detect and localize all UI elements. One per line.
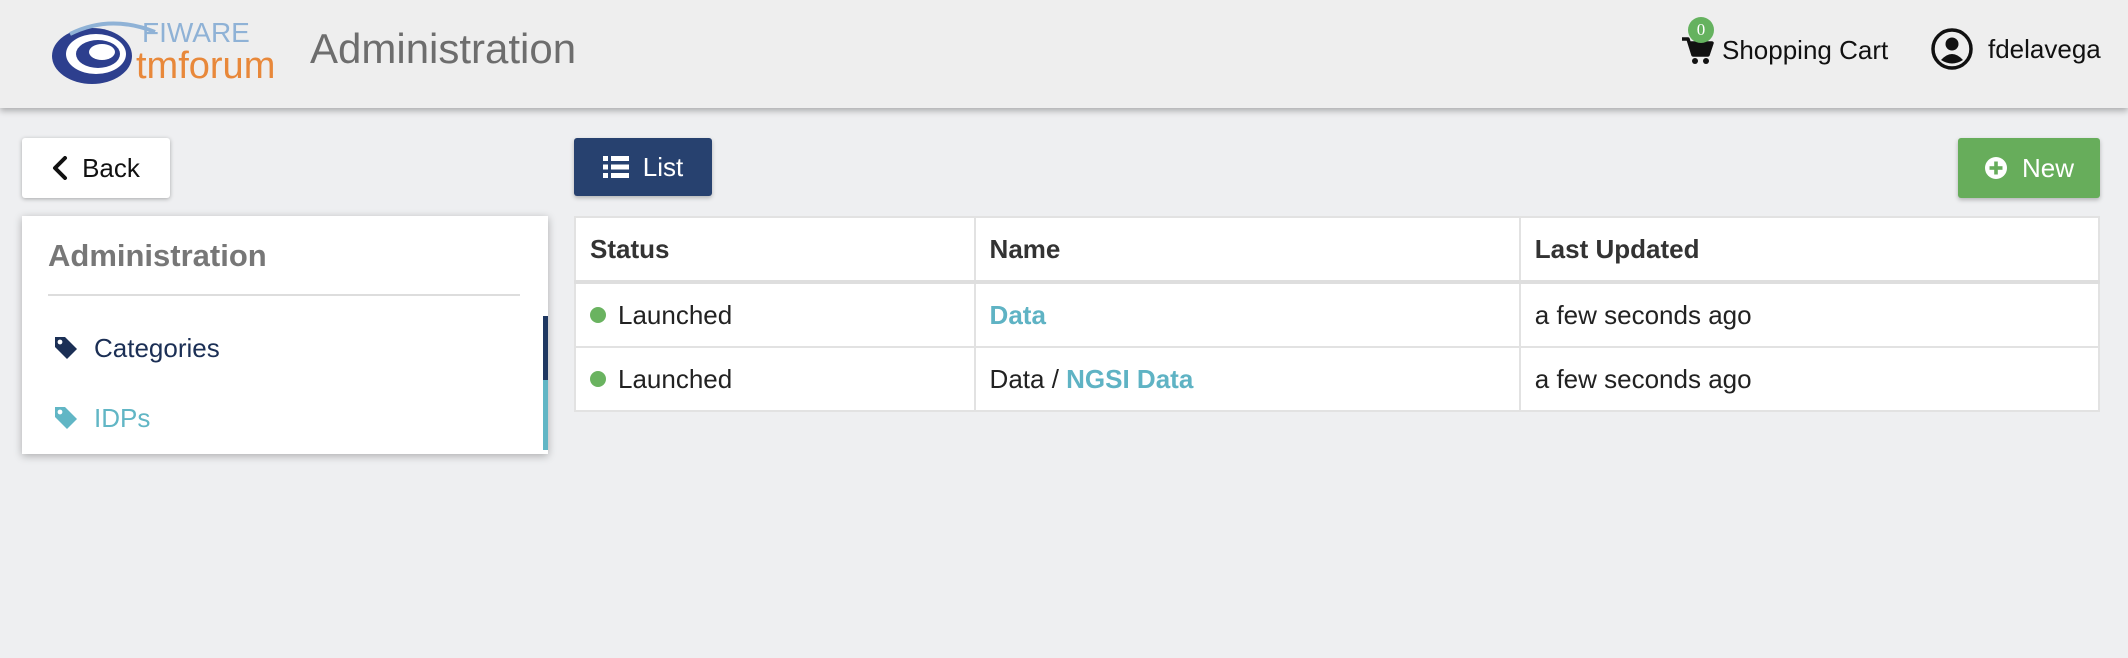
table-row: Launched Data / NGSI Data a few seconds … (574, 346, 2101, 412)
tag-icon (55, 407, 77, 429)
admin-sidebar: Administration Categories IDPs (22, 216, 548, 454)
sidebar-item-label: Categories (94, 332, 220, 363)
sidebar-item-label: IDPs (94, 402, 151, 433)
status-dot-icon (590, 370, 606, 387)
sidebar-item-idps[interactable]: IDPs (22, 380, 548, 450)
plus-circle-icon (1984, 157, 2007, 179)
cart-icon-wrapper: 0 (1680, 17, 1714, 67)
new-button[interactable]: New (1958, 138, 2100, 198)
updated-cell: a few seconds ago (1518, 346, 2101, 412)
sidebar-divider (48, 294, 520, 296)
column-header-name[interactable]: Name (973, 216, 1521, 284)
list-icon (602, 156, 629, 178)
user-name: fdelavega (1988, 33, 2101, 64)
top-header: FIWARE tmforum Administration 0 Shopping… (0, 0, 2128, 108)
shopping-cart-label: Shopping Cart (1722, 34, 1889, 65)
status-cell: Launched (574, 346, 976, 412)
name-cell: Data / NGSI Data (973, 346, 1521, 412)
status-cell: Launched (574, 281, 976, 348)
name-link[interactable]: Data (990, 300, 1046, 330)
column-header-last-updated[interactable]: Last Updated (1518, 216, 2101, 284)
list-button-label: List (642, 151, 684, 182)
column-header-status[interactable]: Status (574, 216, 976, 284)
cart-count-badge: 0 (1688, 17, 1714, 43)
name-link[interactable]: NGSI Data (1066, 364, 1193, 394)
name-cell: Data (973, 281, 1521, 348)
chevron-left-icon (53, 156, 68, 180)
status-text: Launched (618, 363, 733, 394)
back-button[interactable]: Back (22, 138, 170, 198)
items-table: Status Name Last Updated Launched Data a… (574, 216, 2101, 412)
status-dot-icon (590, 306, 606, 323)
list-button[interactable]: List (574, 138, 712, 196)
status-text: Launched (618, 299, 733, 330)
user-menu[interactable]: fdelavega (1930, 26, 2101, 72)
shopping-cart-button[interactable]: 0 Shopping Cart (1680, 17, 1889, 70)
updated-cell: a few seconds ago (1518, 281, 2101, 348)
table-row: Launched Data a few seconds ago (574, 281, 2101, 348)
new-button-label: New (2021, 152, 2074, 183)
table-header-row: Status Name Last Updated (574, 216, 2101, 284)
logo-line2: tmforum (136, 45, 275, 86)
user-circle-icon (1931, 28, 1973, 70)
back-button-label: Back (82, 152, 140, 183)
sidebar-item-categories[interactable]: Categories (22, 316, 548, 388)
sidebar-title: Administration (48, 238, 267, 273)
page-title: Administration (310, 25, 577, 72)
logo-line1: FIWARE (142, 17, 250, 48)
tag-icon (55, 337, 77, 359)
fiware-tmforum-logo[interactable]: FIWARE tmforum (50, 14, 295, 86)
name-prefix: Data / (989, 363, 1067, 394)
